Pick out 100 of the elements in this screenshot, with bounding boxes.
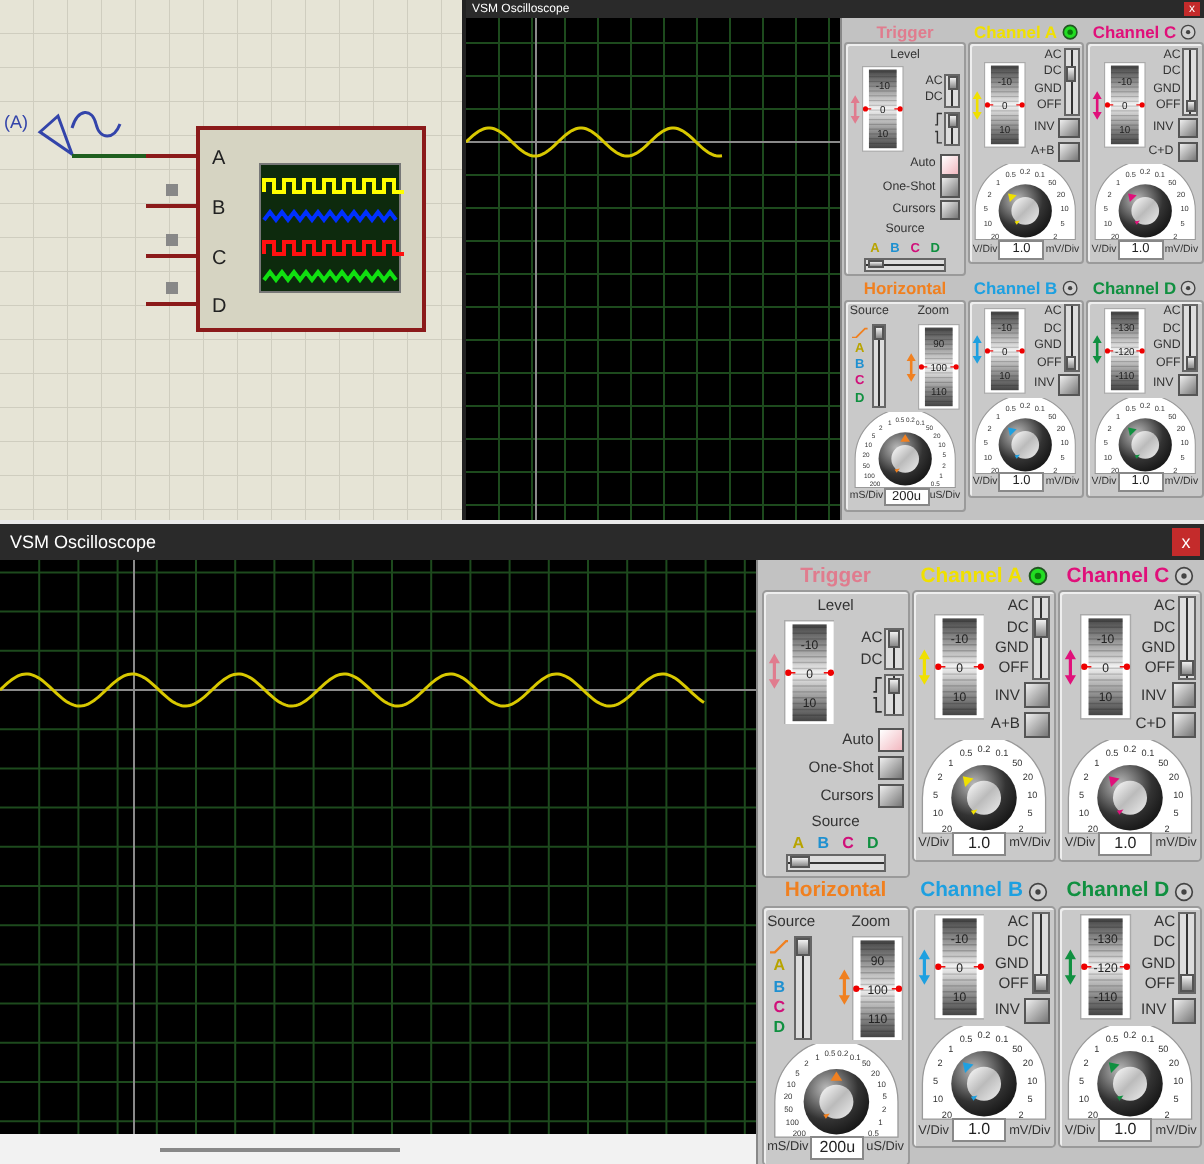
status-led[interactable] <box>1180 280 1197 297</box>
status-led[interactable] <box>1180 23 1197 40</box>
switch-position[interactable] <box>793 956 813 977</box>
up-down-arrow-icon <box>972 334 984 366</box>
switch-position[interactable] <box>1182 98 1199 116</box>
section-title: Horizontal <box>784 880 887 903</box>
switch-position[interactable] <box>1063 64 1080 82</box>
toggle-button[interactable] <box>1177 374 1199 396</box>
switch-position[interactable] <box>1031 658 1051 680</box>
toggle-button[interactable] <box>878 783 904 809</box>
up-down-arrow-icon <box>918 647 932 686</box>
rotary-knob[interactable] <box>1097 1050 1164 1117</box>
rotary-knob[interactable] <box>802 1068 869 1134</box>
switch-position[interactable] <box>860 854 886 872</box>
rotary-knob[interactable] <box>999 184 1053 238</box>
toggle-button[interactable] <box>1024 711 1051 738</box>
switch-position[interactable] <box>1182 338 1199 356</box>
close-button[interactable]: x <box>1172 528 1200 556</box>
switch-position[interactable] <box>1063 47 1080 65</box>
rotary-knob[interactable] <box>1097 764 1164 830</box>
switch-position[interactable] <box>944 111 961 129</box>
switch-position[interactable] <box>884 257 906 272</box>
rotary-knob[interactable] <box>1118 417 1172 472</box>
switch-position[interactable] <box>810 854 836 872</box>
switch-position[interactable] <box>1177 596 1197 618</box>
switch-position[interactable] <box>944 90 961 108</box>
rotary-knob[interactable] <box>951 1050 1018 1117</box>
switch-position[interactable] <box>1031 911 1051 933</box>
rotary-knob[interactable] <box>999 417 1053 472</box>
section-title: Channel A <box>974 21 1057 42</box>
switch-position[interactable] <box>944 73 961 91</box>
section-title: Trigger <box>800 565 871 588</box>
toggle-button[interactable] <box>939 176 961 198</box>
switch-position[interactable] <box>884 628 904 649</box>
source-letter: B <box>817 834 829 854</box>
switch-position[interactable] <box>1031 637 1051 659</box>
switch-position[interactable] <box>786 854 811 872</box>
pin-label: C <box>212 248 227 270</box>
switch-position[interactable] <box>1177 953 1197 974</box>
toggle-button[interactable] <box>1171 711 1197 738</box>
switch-position[interactable] <box>864 257 885 272</box>
toggle-button[interactable] <box>1058 118 1080 139</box>
toggle-button[interactable] <box>878 755 904 781</box>
pin-label: B <box>212 198 226 220</box>
status-led[interactable] <box>1174 566 1195 587</box>
switch-position[interactable] <box>1177 637 1197 659</box>
horizontal-scrollbar[interactable] <box>0 1134 756 1164</box>
rotary-knob[interactable] <box>878 432 932 486</box>
switch-position[interactable] <box>1182 304 1199 322</box>
up-down-arrow-icon <box>767 652 780 692</box>
switch-position[interactable] <box>1177 911 1197 933</box>
switch-position[interactable] <box>1063 338 1080 356</box>
switch-position[interactable] <box>793 1018 813 1040</box>
switch-position[interactable] <box>884 648 904 670</box>
value-display: 1.0 <box>1097 1118 1153 1142</box>
switch-position[interactable] <box>944 128 961 146</box>
rotary-knob[interactable] <box>951 764 1018 830</box>
pin-label: D <box>212 296 227 318</box>
status-led[interactable] <box>1028 881 1049 902</box>
status-led[interactable] <box>1061 23 1078 40</box>
toggle-button[interactable] <box>1177 141 1199 163</box>
section-title: Channel C <box>1092 21 1177 42</box>
pin-line <box>146 204 198 208</box>
switch-position[interactable] <box>1031 973 1051 995</box>
status-led[interactable] <box>1061 280 1079 297</box>
switch-position[interactable] <box>1177 973 1197 995</box>
switch-position[interactable] <box>1031 953 1051 974</box>
switch-position[interactable] <box>1063 304 1080 322</box>
status-led[interactable] <box>1028 566 1049 587</box>
toggle-button[interactable] <box>1177 118 1199 139</box>
up-down-arrow-icon <box>1064 948 1078 987</box>
toggle-button[interactable] <box>1024 682 1051 709</box>
toggle-button[interactable] <box>1058 374 1080 396</box>
source-letter: D <box>866 834 879 854</box>
switch-position[interactable] <box>884 674 904 696</box>
up-down-arrow-icon <box>906 351 917 383</box>
rotary-knob[interactable] <box>1118 184 1172 238</box>
toggle-button[interactable] <box>878 727 904 753</box>
switch-position[interactable] <box>1182 47 1199 65</box>
up-down-arrow-icon <box>1064 647 1078 686</box>
switch-position[interactable] <box>871 324 887 341</box>
section-title: Channel D <box>1066 880 1170 903</box>
switch-position[interactable] <box>793 935 813 957</box>
toggle-button[interactable] <box>1058 141 1080 163</box>
switch-position[interactable] <box>925 257 946 272</box>
toggle-button[interactable] <box>1171 997 1197 1024</box>
switch-position[interactable] <box>871 340 887 358</box>
toggle-button[interactable] <box>939 154 961 176</box>
scrollbar-thumb[interactable] <box>160 1147 400 1151</box>
switch-position[interactable] <box>1031 596 1051 618</box>
switch-position[interactable] <box>1063 98 1080 116</box>
switch-position[interactable] <box>1031 617 1051 638</box>
toggle-button[interactable] <box>1024 997 1051 1024</box>
switch-position[interactable] <box>884 695 904 716</box>
toggle-button[interactable] <box>1171 682 1197 709</box>
status-led[interactable] <box>1174 881 1195 902</box>
switch-position[interactable] <box>1177 658 1197 680</box>
toggle-button[interactable] <box>939 199 961 221</box>
up-down-arrow-icon <box>837 968 851 1008</box>
section-title: Horizontal <box>863 278 947 299</box>
